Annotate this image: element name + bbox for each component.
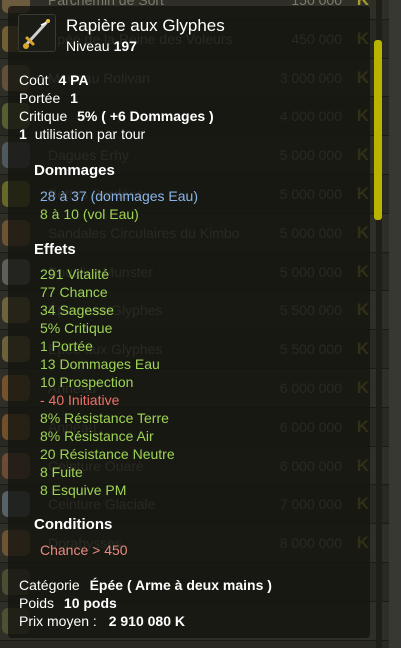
cost-value: 4 PA	[58, 72, 89, 88]
level-value: 197	[113, 38, 137, 54]
damage-line: 8 à 10 (vol Eau)	[40, 206, 139, 222]
category-value: Épée ( Arme à deux mains )	[89, 577, 272, 593]
list-scrollbar-thumb[interactable]	[374, 40, 382, 220]
effect-line: 20 Résistance Neutre	[40, 446, 175, 462]
effect-line: 1 Portée	[40, 338, 93, 354]
item-tooltip: Rapière aux Glyphes Niveau 197 Coût 4 PA …	[8, 6, 370, 638]
effect-line: 5% Critique	[40, 320, 113, 336]
uses-row: 1 utilisation par tour	[19, 126, 145, 142]
item-level: Niveau 197	[66, 38, 137, 54]
effect-line: 8% Résistance Terre	[40, 410, 169, 426]
range-row: Portée 1	[19, 90, 78, 106]
critical-row: Critique 5% ( +6 Dommages )	[19, 108, 214, 124]
range-label: Portée	[19, 90, 61, 106]
category-label: Catégorie	[19, 577, 80, 593]
effect-line: - 40 Initiative	[40, 392, 120, 408]
weight-value: 10 pods	[63, 595, 117, 611]
range-value: 1	[70, 90, 78, 106]
effect-line: 291 Vitalité	[40, 266, 110, 282]
critical-label: Critique	[19, 108, 68, 124]
section-damages: Dommages	[34, 162, 115, 179]
effect-line: 8 Fuite	[40, 464, 83, 480]
cost-label: Coût	[19, 72, 49, 88]
category-row: Catégorie Épée ( Arme à deux mains )	[19, 577, 272, 593]
effect-line: 13 Dommages Eau	[40, 356, 160, 372]
item-name: Rapière aux Glyphes	[66, 16, 225, 35]
market-screen: Parchemin de Sort150 000KÉpée de la Rein…	[0, 0, 401, 648]
section-conditions: Conditions	[34, 516, 113, 533]
sword-icon-graphic	[23, 19, 50, 49]
critical-value: 5% ( +6 Dommages )	[77, 108, 214, 124]
weight-row: Poids 10 pods	[19, 595, 117, 611]
effect-line: 10 Prospection	[40, 374, 134, 390]
average-price-label: Prix moyen :	[19, 613, 97, 629]
panel-edge	[389, 0, 401, 648]
weight-label: Poids	[19, 595, 55, 611]
effect-line: 34 Sagesse	[40, 302, 114, 318]
average-price-row: Prix moyen : 2 910 080 K	[19, 613, 185, 629]
cost-row: Coût 4 PA	[19, 72, 89, 88]
damage-line: 28 à 37 (dommages Eau)	[40, 188, 198, 204]
effect-line: 77 Chance	[40, 284, 108, 300]
effect-line: 8% Résistance Air	[40, 428, 154, 444]
effect-line: 8 Esquive PM	[40, 482, 127, 498]
average-price-value: 2 910 080 K	[108, 613, 185, 629]
section-effects: Effets	[34, 241, 76, 258]
level-label: Niveau	[66, 38, 110, 54]
uses-label: utilisation par tour	[34, 126, 146, 142]
sword-icon	[18, 14, 56, 52]
condition-line: Chance > 450	[40, 542, 128, 558]
uses-value: 1	[19, 126, 27, 142]
